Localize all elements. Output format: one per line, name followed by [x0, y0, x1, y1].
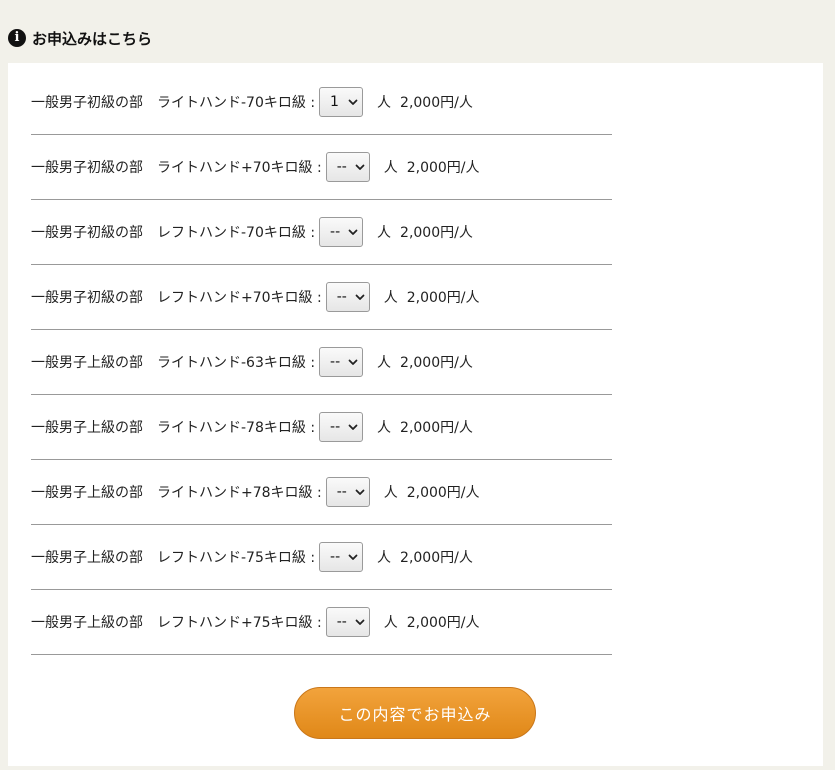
chevron-down-icon [348, 554, 358, 560]
entry-row: 一般男子上級の部 レフトハンド+75キロ級 : -- 人 2,000円/人 [31, 590, 612, 655]
quantity-select-value: -- [336, 614, 347, 630]
price-label: 2,000円/人 [400, 225, 473, 241]
submit-application-button[interactable]: この内容でお申込み [294, 687, 536, 739]
entry-row: 一般男子初級の部 レフトハンド-70キロ級 : -- 人 2,000円/人 [31, 200, 612, 265]
entry-row: 一般男子上級の部 レフトハンド-75キロ級 : -- 人 2,000円/人 [31, 525, 612, 590]
unit-label: 人 [383, 485, 398, 501]
quantity-select[interactable]: -- [325, 477, 370, 507]
quantity-select[interactable]: -- [319, 347, 364, 377]
chevron-down-icon [348, 359, 358, 365]
quantity-select-value: -- [330, 549, 341, 565]
quantity-select[interactable]: -- [319, 542, 364, 572]
unit-label: 人 [383, 615, 398, 631]
chevron-down-icon [348, 424, 358, 430]
event-label: ライトハンド-63キロ級 : [157, 355, 316, 371]
price-label: 2,000円/人 [400, 95, 473, 111]
quantity-select[interactable]: -- [319, 412, 364, 442]
quantity-select-value: -- [336, 289, 347, 305]
quantity-select-value: -- [336, 484, 347, 500]
section-title: お申込みはこちら [32, 29, 153, 48]
unit-label: 人 [383, 160, 398, 176]
entry-list: 一般男子初級の部 ライトハンド-70キロ級 :1 人 2,000円/人 一般男子初級の部… [31, 70, 612, 655]
category-label: 一般男子上級の部 [31, 485, 143, 501]
entry-row: 一般男子初級の部 ライトハンド-70キロ級 : 1 人 2,000円/人 [31, 70, 612, 135]
quantity-select-value: -- [330, 354, 341, 370]
event-label: ライトハンド-70キロ級 : [157, 95, 316, 111]
chevron-down-icon [348, 99, 358, 105]
chevron-down-icon [355, 294, 365, 300]
category-label: 一般男子初級の部 [31, 290, 143, 306]
category-label: 一般男子上級の部 [31, 355, 143, 371]
unit-label: 人 [377, 225, 392, 241]
category-label: 一般男子初級の部 [31, 225, 143, 241]
event-label: ライトハンド-78キロ級 : [157, 420, 316, 436]
quantity-select-value: 1 [330, 94, 339, 110]
application-form-panel: 一般男子初級の部 ライトハンド-70キロ級 :1 人 2,000円/人 一般男子初級の部… [8, 63, 823, 766]
price-label: 2,000円/人 [400, 550, 473, 566]
category-label: 一般男子初級の部 [31, 160, 143, 176]
event-label: レフトハンド+70キロ級 : [157, 290, 322, 306]
entry-row: 一般男子初級の部 レフトハンド+70キロ級 : -- 人 2,000円/人 [31, 265, 612, 330]
entry-row: 一般男子初級の部 ライトハンド+70キロ級 : -- 人 2,000円/人 [31, 135, 612, 200]
chevron-down-icon [355, 619, 365, 625]
event-label: レフトハンド-75キロ級 : [157, 550, 316, 566]
entry-row: 一般男子上級の部 ライトハンド+78キロ級 : -- 人 2,000円/人 [31, 460, 612, 525]
unit-label: 人 [377, 550, 392, 566]
chevron-down-icon [348, 229, 358, 235]
price-label: 2,000円/人 [406, 160, 480, 176]
event-label: ライトハンド+70キロ級 : [157, 160, 322, 176]
price-label: 2,000円/人 [406, 290, 480, 306]
category-label: 一般男子上級の部 [31, 550, 143, 566]
event-label: レフトハンド+75キロ級 : [157, 615, 322, 631]
info-icon: i [8, 29, 26, 47]
unit-label: 人 [377, 95, 392, 111]
event-label: ライトハンド+78キロ級 : [157, 485, 322, 501]
event-label: レフトハンド-70キロ級 : [157, 225, 316, 241]
quantity-select[interactable]: -- [325, 152, 370, 182]
quantity-select[interactable]: -- [319, 217, 364, 247]
quantity-select-value: -- [330, 419, 341, 435]
entry-row: 一般男子上級の部 ライトハンド-63キロ級 : -- 人 2,000円/人 [31, 330, 612, 395]
quantity-select[interactable]: 1 [319, 87, 364, 117]
price-label: 2,000円/人 [406, 485, 480, 501]
entry-row: 一般男子上級の部 ライトハンド-78キロ級 : -- 人 2,000円/人 [31, 395, 612, 460]
quantity-select[interactable]: -- [325, 282, 370, 312]
unit-label: 人 [383, 290, 398, 306]
category-label: 一般男子上級の部 [31, 615, 143, 631]
category-label: 一般男子上級の部 [31, 420, 143, 436]
price-label: 2,000円/人 [400, 355, 473, 371]
chevron-down-icon [355, 489, 365, 495]
quantity-select-value: -- [330, 224, 341, 240]
chevron-down-icon [355, 164, 365, 170]
quantity-select[interactable]: -- [325, 607, 370, 637]
unit-label: 人 [377, 355, 392, 371]
price-label: 2,000円/人 [400, 420, 473, 436]
unit-label: 人 [377, 420, 392, 436]
quantity-select-value: -- [336, 159, 347, 175]
section-header: i お申込みはこちら [8, 24, 152, 52]
category-label: 一般男子初級の部 [31, 95, 143, 111]
price-label: 2,000円/人 [406, 615, 480, 631]
